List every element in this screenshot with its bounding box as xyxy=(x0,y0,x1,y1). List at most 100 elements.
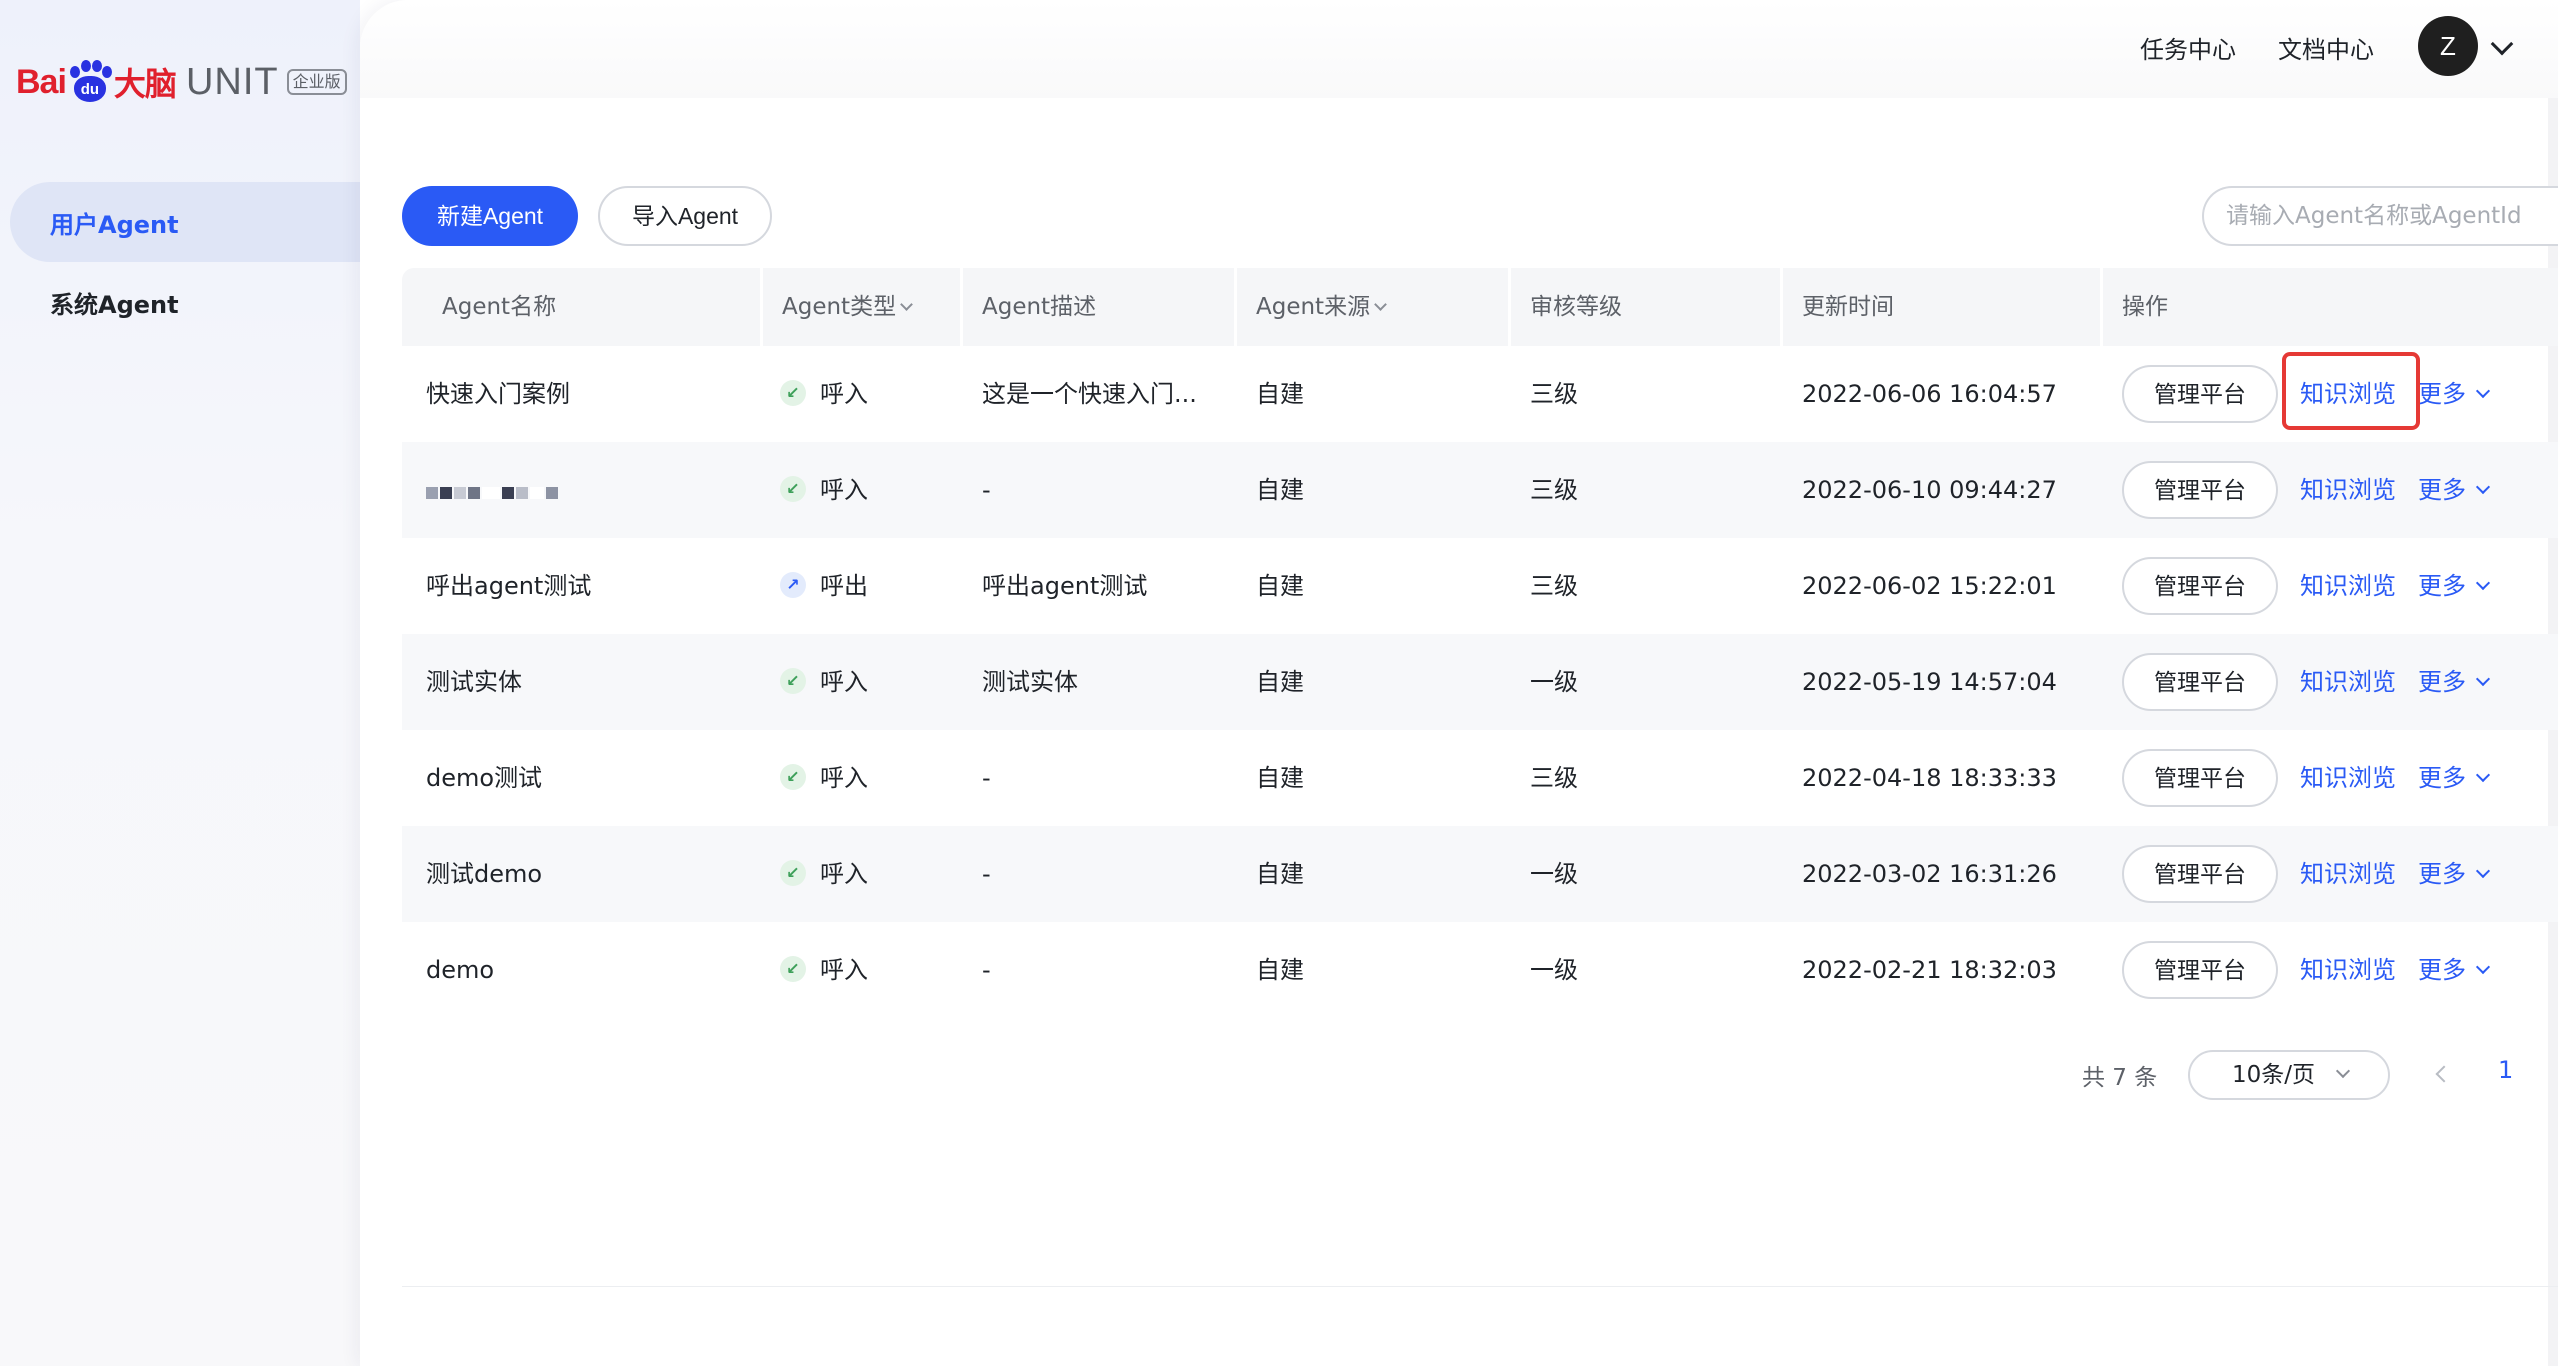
more-menu[interactable]: 更多 xyxy=(2418,826,2491,922)
review-level: 一级 xyxy=(1530,956,1578,984)
chevron-down-icon xyxy=(2475,863,2491,879)
baidu-unit-logo[interactable]: Bai du 大脑 UNIT 企业版 xyxy=(16,54,347,110)
sidebar-item-label: 用户Agent xyxy=(50,210,179,239)
column-divider xyxy=(960,268,963,346)
column-header-name: Agent名称 xyxy=(442,294,557,320)
call-in-icon: ↙ xyxy=(780,956,806,982)
chevron-down-icon xyxy=(2335,1063,2351,1079)
knowledge-browse-link[interactable]: 知识浏览 xyxy=(2300,442,2396,538)
filter-chevron-icon xyxy=(1374,298,1387,311)
agent-type-label: 呼入 xyxy=(820,668,868,696)
doc-center-link[interactable]: 文档中心 xyxy=(2278,30,2374,65)
column-divider xyxy=(2100,268,2103,346)
manage-platform-button[interactable]: 管理平台 xyxy=(2122,653,2278,711)
edition-badge: 企业版 xyxy=(286,69,347,95)
knowledge-browse-link[interactable]: 知识浏览 xyxy=(2300,730,2396,826)
agent-type-label: 呼入 xyxy=(820,764,868,792)
more-menu-label: 更多 xyxy=(2418,668,2466,696)
page-size-value: 10条/页 xyxy=(2232,1062,2316,1088)
table-row: 呼出agent测试 ↗ 呼出 呼出agent测试 自建 三级 2022-06-02 15:2… xyxy=(402,538,2558,634)
agent-name[interactable]: 测试实体 xyxy=(426,634,522,730)
logo-dano-text: 大脑 xyxy=(113,65,177,103)
more-menu-label: 更多 xyxy=(2418,476,2466,504)
chevron-down-icon xyxy=(2475,959,2491,975)
agent-source: 自建 xyxy=(1256,764,1304,792)
user-avatar[interactable]: Z xyxy=(2418,16,2478,76)
agent-source: 自建 xyxy=(1256,476,1304,504)
logo-du-text: du xyxy=(73,76,106,102)
review-level: 一级 xyxy=(1530,860,1578,888)
knowledge-browse-link[interactable]: 知识浏览 xyxy=(2300,634,2396,730)
import-agent-button[interactable]: 导入Agent xyxy=(598,186,772,246)
agent-type: ↙ 呼入 xyxy=(780,346,868,442)
agent-description: - xyxy=(982,860,991,888)
sidebar-item-user-agent[interactable]: 用户Agent xyxy=(10,182,360,262)
agent-type: ↙ 呼入 xyxy=(780,730,868,826)
call-in-icon: ↙ xyxy=(780,380,806,406)
updated-time: 2022-06-02 15:22:01 xyxy=(1802,572,2057,600)
pagination-total: 共 7 条 xyxy=(2082,1065,2158,1091)
more-menu[interactable]: 更多 xyxy=(2418,538,2491,634)
manage-platform-button[interactable]: 管理平台 xyxy=(2122,557,2278,615)
table-row: ↙ 呼入 - 自建 三级 2022-06-10 09:44:27 管理平台 知识浏览 更多 xyxy=(402,442,2558,538)
manage-platform-button[interactable]: 管理平台 xyxy=(2122,845,2278,903)
agent-source: 自建 xyxy=(1256,668,1304,696)
pagination-page-1[interactable]: 1 xyxy=(2498,1056,2513,1084)
agent-source: 自建 xyxy=(1256,572,1304,600)
agent-name[interactable]: demo测试 xyxy=(426,730,542,826)
column-divider xyxy=(1508,268,1511,346)
agent-type: ↙ 呼入 xyxy=(780,826,868,922)
agent-description: - xyxy=(982,476,991,504)
search-input[interactable] xyxy=(2202,186,2558,246)
agent-name[interactable]: demo xyxy=(426,922,494,1018)
updated-time: 2022-03-02 16:31:26 xyxy=(1802,860,2057,888)
knowledge-browse-link[interactable]: 知识浏览 xyxy=(2300,826,2396,922)
table-header: Agent名称 Agent类型 Agent描述 Agent来源 审核等级 更新时… xyxy=(402,268,2558,346)
column-header-actions: 操作 xyxy=(2122,294,2168,320)
updated-time: 2022-06-06 16:04:57 xyxy=(1802,380,2057,408)
agent-description: - xyxy=(982,956,991,984)
call-in-icon: ↙ xyxy=(780,668,806,694)
column-divider xyxy=(1234,268,1237,346)
agent-name[interactable]: 快速入门案例 xyxy=(426,346,570,442)
updated-time: 2022-02-21 18:32:03 xyxy=(1802,956,2057,984)
review-level: 三级 xyxy=(1530,476,1578,504)
more-menu[interactable]: 更多 xyxy=(2418,730,2491,826)
chevron-down-icon xyxy=(2475,575,2491,591)
more-menu[interactable]: 更多 xyxy=(2418,922,2491,1018)
manage-platform-button[interactable]: 管理平台 xyxy=(2122,941,2278,999)
column-header-type[interactable]: Agent类型 xyxy=(782,268,913,346)
agent-source: 自建 xyxy=(1256,956,1304,984)
knowledge-browse-link[interactable]: 知识浏览 xyxy=(2300,922,2396,1018)
more-menu[interactable]: 更多 xyxy=(2418,634,2491,730)
page-size-select[interactable]: 10条/页 xyxy=(2188,1050,2390,1100)
agent-name-blurred xyxy=(426,442,560,538)
agent-type: ↙ 呼入 xyxy=(780,442,868,538)
agent-description: 呼出agent测试 xyxy=(982,572,1148,600)
new-agent-button[interactable]: 新建Agent xyxy=(402,186,578,246)
agent-name[interactable]: 呼出agent测试 xyxy=(426,538,591,634)
agent-description: 测试实体 xyxy=(982,668,1078,696)
table-row: 测试实体 ↙ 呼入 测试实体 自建 一级 2022-05-19 14:57:04 管理平台 知识… xyxy=(402,634,2558,730)
agent-source: 自建 xyxy=(1256,860,1304,888)
more-menu-label: 更多 xyxy=(2418,956,2466,984)
agent-type: ↙ 呼入 xyxy=(780,634,868,730)
knowledge-browse-link[interactable]: 知识浏览 xyxy=(2300,538,2396,634)
task-center-link[interactable]: 任务中心 xyxy=(2140,30,2236,65)
logo-bai-text: Bai xyxy=(16,62,67,101)
chevron-down-icon xyxy=(2475,479,2491,495)
sidebar-item-system-agent[interactable]: 系统Agent xyxy=(10,262,360,342)
more-menu[interactable]: 更多 xyxy=(2418,442,2491,538)
agent-type-label: 呼入 xyxy=(820,476,868,504)
manage-platform-button[interactable]: 管理平台 xyxy=(2122,365,2278,423)
agent-type-label: 呼入 xyxy=(820,380,868,408)
column-header-source[interactable]: Agent来源 xyxy=(1256,268,1387,346)
column-header-desc: Agent描述 xyxy=(982,294,1097,320)
call-in-icon: ↙ xyxy=(780,860,806,886)
chevron-down-icon xyxy=(2475,671,2491,687)
more-menu[interactable]: 更多 xyxy=(2418,346,2491,442)
manage-platform-button[interactable]: 管理平台 xyxy=(2122,461,2278,519)
updated-time: 2022-05-19 14:57:04 xyxy=(1802,668,2057,696)
manage-platform-button[interactable]: 管理平台 xyxy=(2122,749,2278,807)
agent-name[interactable]: 测试demo xyxy=(426,826,542,922)
